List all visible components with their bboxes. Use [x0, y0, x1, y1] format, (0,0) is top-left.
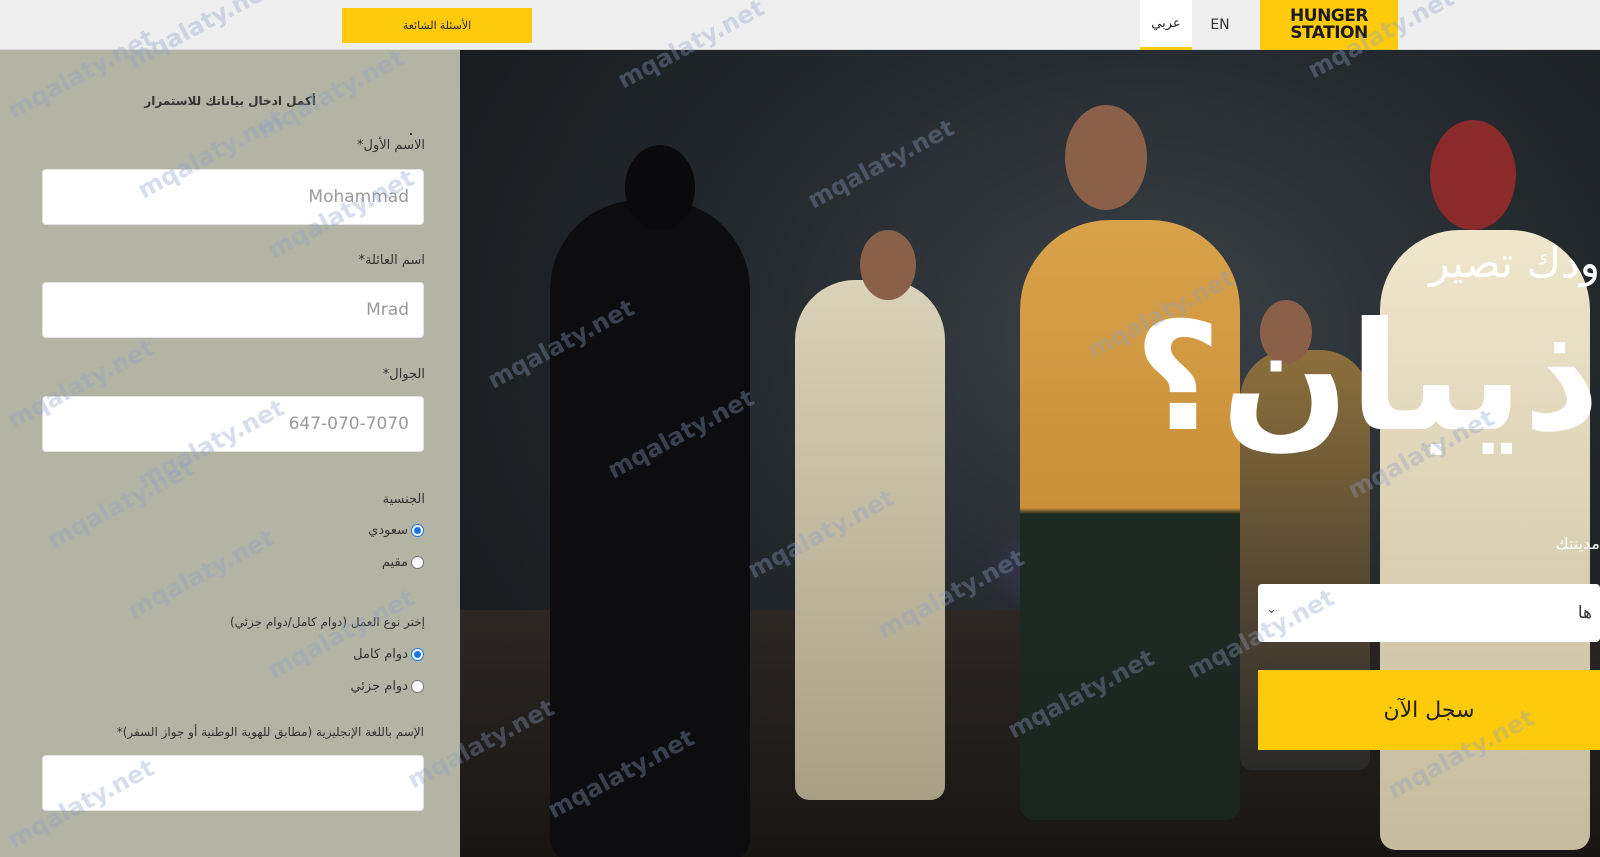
english-name-input[interactable] — [42, 755, 424, 811]
lang-arabic-tab[interactable]: عربي — [1140, 0, 1192, 50]
form-title: أكمل ادخال بياناتك للاستمرار — [144, 94, 316, 108]
person-figure — [550, 200, 750, 857]
option-label: سعودي — [368, 523, 408, 538]
person-head — [1430, 120, 1516, 230]
person-head — [625, 145, 695, 230]
mobile-label: الجوال* — [382, 367, 425, 382]
option-label: دوام جزئي — [350, 679, 408, 694]
option-label: دوام كامل — [353, 647, 408, 662]
radio-selected-icon[interactable] — [411, 648, 424, 661]
city-select[interactable]: ها ⌄ — [1258, 584, 1600, 642]
hero-headline: ذيبان؟ — [1134, 291, 1600, 465]
top-bar: الأسئلة الشائعة عربي EN HUNGER STATION — [0, 0, 1600, 50]
mobile-input[interactable] — [42, 396, 424, 452]
hero-section: ودك تصير ذيبان؟ مدينتك ها ⌄ سجل الآن — [460, 50, 1600, 857]
last-name-label: اسم العائلة* — [358, 253, 426, 268]
chevron-down-icon: ⌄ — [1266, 602, 1277, 617]
signup-now-button[interactable]: سجل الآن — [1258, 670, 1600, 750]
radio-selected-icon[interactable] — [411, 524, 424, 537]
nationality-option-resident[interactable]: مقيم — [382, 555, 424, 570]
first-name-input[interactable] — [42, 169, 424, 225]
hungerstation-logo[interactable]: HUNGER STATION — [1260, 0, 1398, 50]
work-type-option-part[interactable]: دوام جزئي — [350, 679, 424, 694]
english-name-label: الإسم باللغة الإنجليزية (مطابق للهوية ال… — [116, 725, 424, 739]
radio-empty-icon[interactable] — [411, 556, 424, 569]
option-label: مقيم — [381, 555, 408, 570]
person-head — [1065, 105, 1147, 210]
work-type-option-full[interactable]: دوام كامل — [353, 647, 424, 662]
registration-form-panel: أكمل ادخال بياناتك للاستمرار الاسم الأول… — [0, 50, 460, 857]
city-label: مدينتك — [1555, 534, 1600, 553]
person-figure — [795, 280, 945, 800]
nationality-option-saudi[interactable]: سعودي — [368, 523, 424, 538]
person-head — [860, 230, 916, 300]
faq-button[interactable]: الأسئلة الشائعة — [342, 8, 532, 43]
hero-subtitle: ودك تصير — [1429, 238, 1600, 287]
nationality-label: الجنسية — [382, 492, 425, 507]
last-name-input[interactable] — [42, 282, 424, 338]
work-type-label: إختر نوع العمل (دوام كامل/دوام جزئي) — [229, 615, 425, 629]
decorative-dot — [410, 133, 412, 135]
city-select-value: ها — [1577, 603, 1592, 623]
lang-english-tab[interactable]: EN — [1198, 0, 1242, 50]
first-name-label: الاسم الأول* — [357, 138, 425, 153]
radio-empty-icon[interactable] — [411, 680, 424, 693]
logo-line-2: STATION — [1290, 23, 1368, 43]
